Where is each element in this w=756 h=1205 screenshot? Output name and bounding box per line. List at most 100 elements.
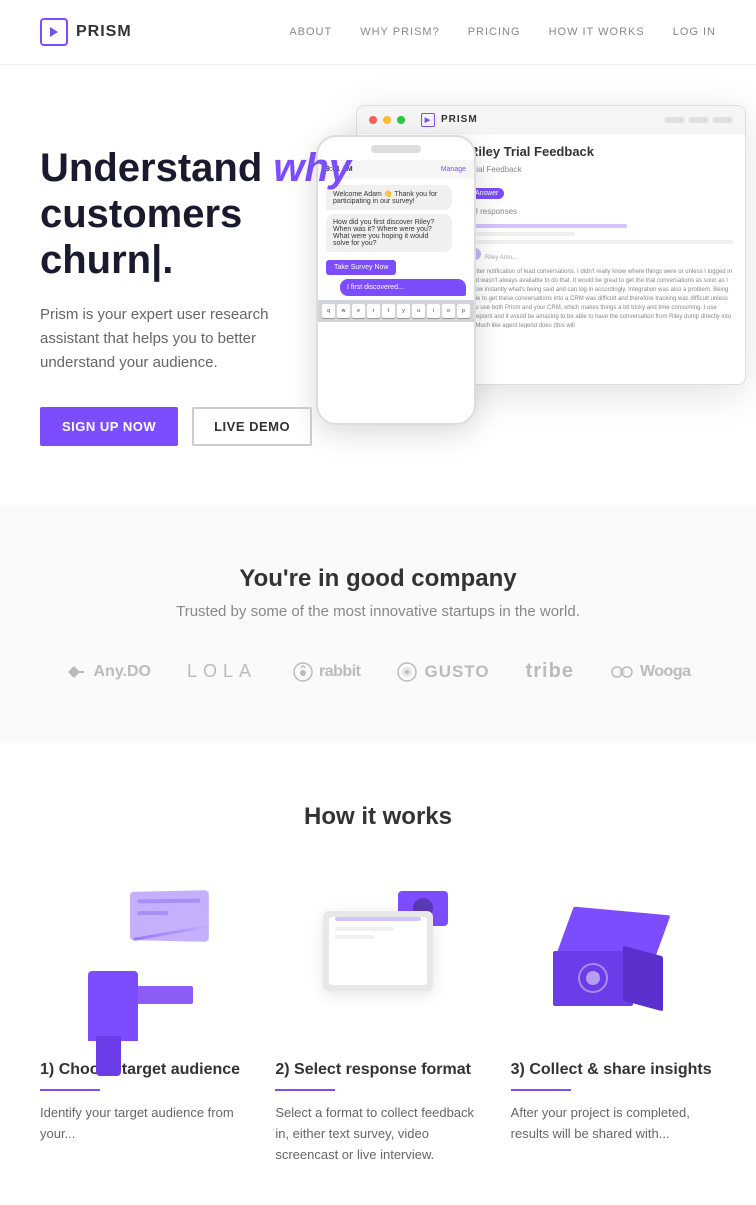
hero-headline-italic: why — [273, 146, 351, 190]
desktop-main-content: Riley Trial Feedback Trial Feedback Answ… — [457, 134, 745, 384]
hero-headline-part1: Understand — [40, 146, 273, 190]
frame-nav-dot-3 — [713, 117, 733, 123]
signup-button[interactable]: SIGN UP NOW — [40, 407, 178, 446]
gusto-label: GUSTO — [424, 662, 489, 682]
step-2-illustration — [308, 891, 448, 1041]
illus-card-line-1 — [137, 899, 200, 904]
nav-links: ABOUT WHY PRISM? PRICING HOW IT WORKS LO… — [289, 26, 716, 38]
dm-line-1 — [469, 224, 627, 228]
social-proof-heading: You're in good company — [40, 565, 716, 593]
illus-gun — [88, 971, 138, 1041]
desktop-feedback-subtitle: Trial Feedback — [469, 165, 733, 174]
frame-topbar: ▶ PRISM — [357, 106, 745, 134]
step-1-divider — [40, 1089, 100, 1091]
step-2-visual — [275, 881, 480, 1041]
illus-tablet-screen — [329, 917, 427, 985]
step-2-description: Select a format to collect feedback in, … — [275, 1103, 480, 1165]
key-u: u — [412, 304, 425, 318]
hero-content: Understand why customers churn|. Prism i… — [40, 145, 380, 446]
dm-feedback-text: Riley Amo... — [485, 254, 517, 262]
illus-gun-handle — [96, 1036, 121, 1076]
illus-gun-barrel — [133, 986, 193, 1004]
logo-text: PRISM — [76, 23, 132, 41]
step-1: 1) Choose target audience Identify your … — [40, 881, 245, 1145]
step-3-visual — [511, 881, 716, 1041]
lola-label: LOLA — [187, 661, 257, 682]
nav-how-it-works[interactable]: HOW IT WORKS — [549, 26, 645, 38]
logo-gusto: GUSTO — [396, 661, 489, 683]
desktop-feedback-title: Riley Trial Feedback — [469, 144, 733, 159]
live-demo-button[interactable]: LIVE DEMO — [192, 407, 312, 446]
gusto-icon — [396, 661, 418, 683]
anydo-label: Any.DO — [94, 663, 151, 681]
step-3-divider — [511, 1089, 571, 1091]
nav-why-prism[interactable]: WHY PRISM? — [360, 26, 439, 38]
dm-line-3 — [469, 240, 733, 244]
frame-nav-dot-2 — [689, 117, 709, 123]
hero-buttons: SIGN UP NOW LIVE DEMO — [40, 407, 380, 446]
illus-card-line-2 — [137, 911, 168, 915]
step-2-divider — [275, 1089, 335, 1091]
hero-headline-part2: customers churn|. — [40, 192, 242, 282]
key-o: o — [442, 304, 455, 318]
cube-icon-inner — [586, 971, 600, 985]
step-1-visual — [40, 881, 245, 1041]
tablet-line-1 — [335, 917, 421, 921]
frame-logo-icon: ▶ — [421, 113, 435, 127]
logo-anydo: Any.DO — [66, 663, 151, 681]
step-3-illustration — [543, 891, 683, 1041]
illus-cube-side — [623, 946, 663, 1012]
key-i: i — [427, 304, 440, 318]
step-3-title: 3) Collect & share insights — [511, 1061, 716, 1079]
hero-mockup-area: ▶ PRISM AUTOWORKS — [380, 125, 716, 465]
logo-tribe: tribe — [526, 660, 574, 683]
hero-description: Prism is your expert user research assis… — [40, 303, 320, 375]
main-nav: PRISM ABOUT WHY PRISM? PRICING HOW IT WO… — [0, 0, 756, 65]
key-y: y — [397, 304, 410, 318]
nav-pricing[interactable]: PRICING — [468, 26, 521, 38]
anydo-icon — [66, 663, 88, 681]
dot-green — [397, 116, 405, 124]
hero-section: Understand why customers churn|. Prism i… — [0, 65, 756, 505]
logo-icon — [40, 18, 68, 46]
key-t: t — [382, 304, 395, 318]
tribe-label: tribe — [526, 660, 574, 683]
desktop-responses: 28 responses — [469, 207, 733, 216]
nav-about[interactable]: ABOUT — [289, 26, 332, 38]
logo[interactable]: PRISM — [40, 18, 132, 46]
dm-avatar-row-1: Riley Amo... — [469, 248, 733, 262]
logo-rabbit: rabbit — [293, 662, 360, 682]
illus-cube-front — [553, 951, 633, 1006]
key-p: p — [457, 304, 470, 318]
dot-red — [369, 116, 377, 124]
dm-line-2 — [469, 232, 575, 236]
frame-nav — [665, 117, 733, 123]
hero-headline: Understand why customers churn|. — [40, 145, 380, 283]
logo-wooga: Wooga — [610, 662, 691, 682]
dot-yellow — [383, 116, 391, 124]
step-3: 3) Collect & share insights After your p… — [511, 881, 716, 1145]
step-1-illustration — [78, 891, 208, 1041]
rabbit-label: rabbit — [319, 663, 360, 681]
frame-nav-dot-1 — [665, 117, 685, 123]
illus-tablet — [323, 911, 433, 991]
phone-manage: Manage — [441, 166, 466, 173]
tablet-line-2 — [335, 927, 394, 931]
frame-logo-text: PRISM — [441, 114, 478, 125]
dm-main-feedback: Better notification of lead conversation… — [469, 268, 733, 328]
step-1-description: Identify your target audience from your.… — [40, 1103, 245, 1145]
nav-login[interactable]: LOG IN — [673, 26, 716, 38]
how-it-works-section: How it works 1) Choose targ — [0, 743, 756, 1205]
step-2: 2) Select response format Select a forma… — [275, 881, 480, 1165]
logo-lola: LOLA — [187, 661, 257, 682]
tablet-line-3 — [335, 935, 374, 939]
step-3-description: After your project is completed, results… — [511, 1103, 716, 1145]
social-proof-subheading: Trusted by some of the most innovative s… — [40, 603, 716, 620]
step-2-title: 2) Select response format — [275, 1061, 480, 1079]
illus-gun-body — [88, 971, 138, 1041]
how-it-works-heading: How it works — [40, 803, 716, 831]
logos-row: Any.DO LOLA rabbit GUSTO tribe — [40, 660, 716, 683]
hero-mockup: ▶ PRISM AUTOWORKS — [326, 105, 746, 445]
wooga-icon — [610, 662, 634, 682]
frame-logo: ▶ PRISM — [421, 113, 478, 127]
